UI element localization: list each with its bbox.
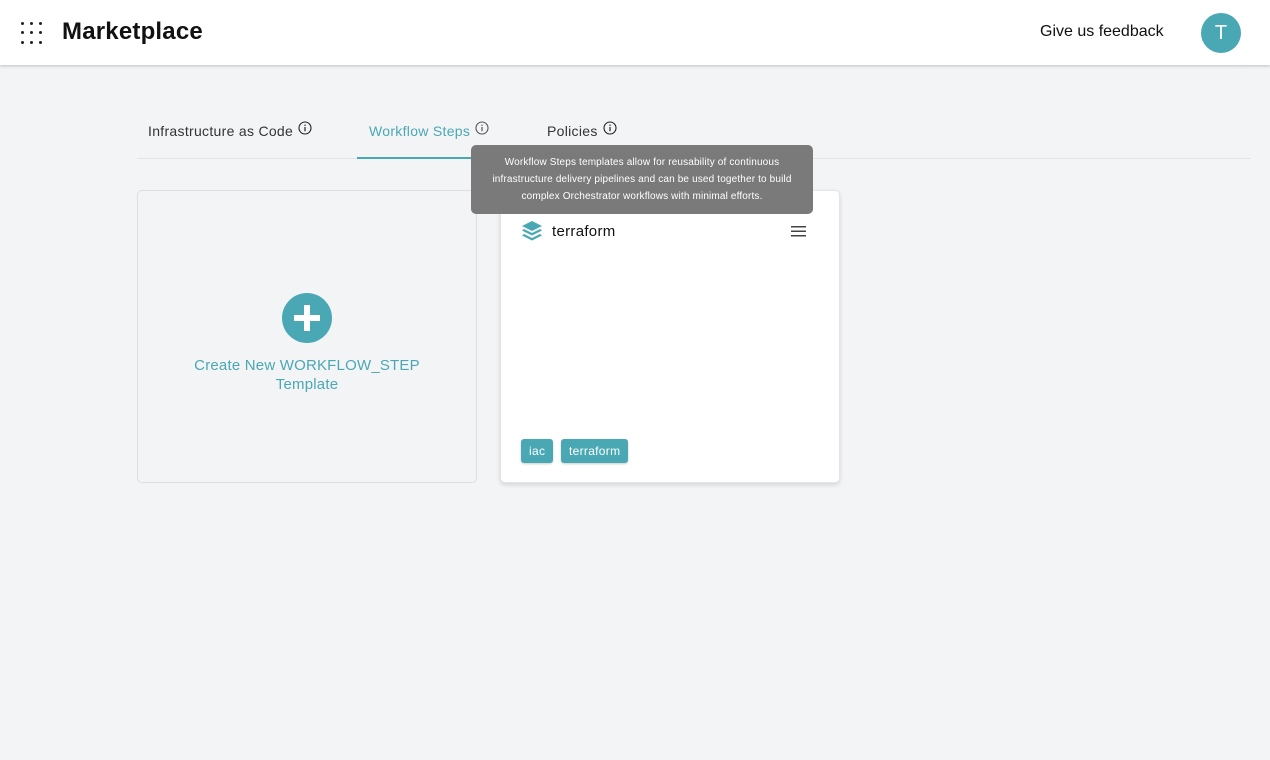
tooltip-line: complex Orchestrator workflows with mini… bbox=[521, 191, 763, 202]
workflow-steps-tooltip: Workflow Steps templates allow for reusa… bbox=[471, 145, 813, 214]
create-label-line: Template bbox=[275, 376, 339, 393]
tab-label: Workflow Steps bbox=[369, 123, 471, 140]
feedback-link[interactable]: Give us feedback bbox=[1040, 23, 1164, 41]
apps-grid-icon[interactable] bbox=[21, 22, 43, 44]
page-title: Marketplace bbox=[62, 18, 203, 45]
template-card-terraform[interactable]: terraform iac terraform bbox=[500, 190, 840, 483]
create-template-label[interactable]: Create New WORKFLOW_STEP Template bbox=[158, 356, 456, 394]
tag-terraform[interactable]: terraform bbox=[561, 439, 629, 463]
tab-infrastructure-as-code[interactable]: Infrastructure as Code bbox=[148, 121, 312, 159]
tooltip-line: infrastructure delivery pipelines and ca… bbox=[492, 174, 792, 185]
info-icon[interactable] bbox=[603, 121, 617, 135]
plus-circle-icon[interactable] bbox=[282, 293, 332, 343]
tab-label: Policies bbox=[547, 123, 598, 140]
info-icon[interactable] bbox=[298, 121, 312, 135]
template-name: terraform bbox=[552, 223, 616, 240]
tooltip-line: Workflow Steps templates allow for reusa… bbox=[504, 157, 780, 168]
hamburger-menu-icon[interactable] bbox=[791, 226, 806, 237]
info-icon[interactable] bbox=[475, 121, 489, 135]
avatar[interactable]: T bbox=[1201, 13, 1241, 53]
create-label-line: Create New WORKFLOW_STEP bbox=[194, 357, 420, 374]
top-bar: Marketplace Give us feedback T bbox=[0, 0, 1270, 65]
layers-icon bbox=[522, 221, 542, 241]
create-template-card[interactable]: Create New WORKFLOW_STEP Template bbox=[137, 190, 477, 483]
tab-label: Infrastructure as Code bbox=[148, 123, 294, 140]
tag-iac[interactable]: iac bbox=[521, 439, 554, 463]
